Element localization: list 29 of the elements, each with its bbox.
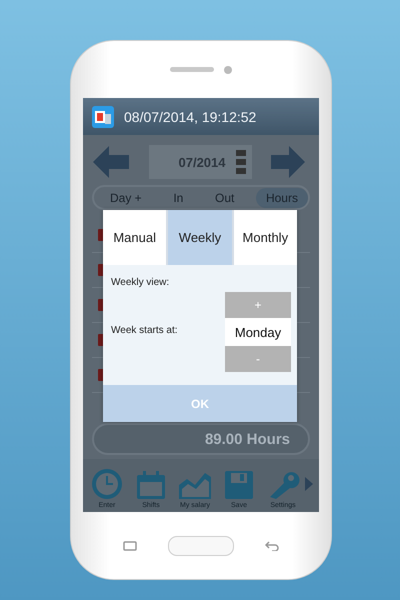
total-hours: 89.00 Hours bbox=[204, 430, 290, 448]
date-time-title: 08/07/2014, 19:12:52 bbox=[124, 108, 256, 124]
dialog-tab[interactable]: Monthly bbox=[234, 210, 297, 265]
right-caret-icon[interactable] bbox=[305, 477, 313, 491]
calendar-grid-icon bbox=[236, 150, 246, 174]
column-header[interactable]: In bbox=[163, 188, 194, 208]
speaker-grille bbox=[170, 67, 214, 72]
decrement-button[interactable]: - bbox=[225, 346, 291, 372]
field-label: Week starts at: bbox=[111, 324, 178, 336]
ok-button[interactable]: OK bbox=[103, 385, 297, 422]
camera-lens bbox=[224, 66, 232, 74]
calendar-app-icon bbox=[92, 106, 114, 128]
section-label: Weekly view: bbox=[111, 277, 170, 288]
back-icon[interactable] bbox=[265, 540, 279, 550]
left-arrow-icon[interactable] bbox=[93, 146, 129, 178]
column-header[interactable]: Hours bbox=[256, 188, 308, 208]
increment-button[interactable]: + bbox=[225, 292, 291, 318]
right-arrow-icon[interactable] bbox=[271, 146, 305, 178]
dialog-tab[interactable]: Weekly bbox=[168, 210, 234, 265]
clock-icon bbox=[90, 467, 124, 501]
dialog-tab[interactable]: Manual bbox=[103, 210, 168, 265]
month-value: 07/2014 bbox=[178, 154, 226, 170]
calendar-icon bbox=[134, 469, 168, 501]
column-header[interactable]: Day + bbox=[100, 188, 152, 208]
month-field[interactable]: 07/2014 bbox=[148, 145, 252, 179]
recent-apps-icon[interactable] bbox=[123, 540, 137, 550]
day-value: Monday bbox=[225, 318, 291, 346]
column-header[interactable]: Out bbox=[204, 188, 244, 208]
home-button[interactable] bbox=[168, 536, 234, 556]
